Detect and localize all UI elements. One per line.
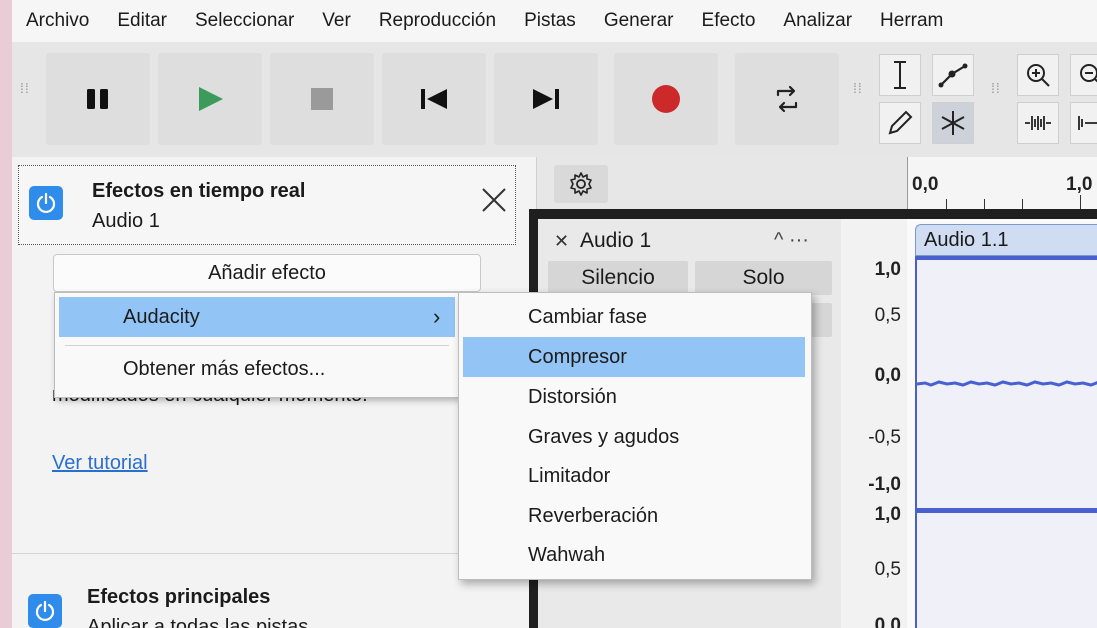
add-effect-menu: Audacity › Obtener más efectos... — [54, 292, 460, 398]
stop-button[interactable] — [270, 53, 374, 145]
realtime-effects-track: Audio 1 — [92, 210, 160, 232]
main-effects-power-button[interactable] — [28, 594, 62, 628]
trim-icon — [1025, 116, 1051, 130]
record-icon — [652, 85, 680, 113]
effect-limitador[interactable]: Limitador — [463, 456, 805, 496]
effect-distorsion[interactable]: Distorsión — [463, 377, 805, 417]
menu-pistas[interactable]: Pistas — [510, 10, 590, 32]
track-menu-button[interactable]: ^ ··· — [774, 229, 809, 252]
scale-label: 0,0 — [874, 615, 901, 628]
menu-bar: Archivo Editar Seleccionar Ver Reproducc… — [12, 0, 1097, 42]
silence-icon — [1078, 116, 1097, 130]
zoom-out-button[interactable] — [1070, 54, 1097, 96]
ruler-label-0: 0,0 — [912, 174, 939, 195]
zoom-out-icon — [1080, 64, 1097, 83]
trim-audio-button[interactable] — [1017, 102, 1059, 144]
effect-graves-y-agudos[interactable]: Graves y agudos — [463, 417, 805, 457]
edit-grip[interactable]: ⁞⁞ — [991, 81, 1001, 95]
menu-analizar[interactable]: Analizar — [769, 10, 866, 32]
draw-tool[interactable] — [879, 102, 921, 144]
stop-icon — [311, 88, 333, 110]
menu-reproduccion[interactable]: Reproducción — [365, 10, 510, 32]
ruler-label-1: 1,0 — [1066, 174, 1093, 195]
silence-audio-button[interactable] — [1070, 102, 1097, 144]
asterisk-icon — [941, 111, 965, 135]
track-name[interactable]: Audio 1 — [580, 229, 651, 253]
toolbar: ⁞⁞ ⁞⁞ ⁞⁞ — [12, 42, 1097, 157]
skip-to-end-icon — [533, 89, 559, 109]
pencil-icon — [888, 110, 913, 135]
envelope-tool[interactable] — [932, 54, 974, 96]
pause-icon — [87, 89, 108, 109]
menu-generar[interactable]: Generar — [590, 10, 688, 32]
realtime-power-button[interactable] — [29, 186, 63, 220]
skip-to-end-button[interactable] — [494, 53, 598, 145]
menu-separator — [65, 345, 449, 346]
waveform — [917, 256, 1097, 513]
audacity-window: Archivo Editar Seleccionar Ver Reproducc… — [12, 0, 1097, 628]
effect-reverberacion[interactable]: Reverberación — [463, 496, 805, 536]
tutorial-link[interactable]: Ver tutorial — [52, 452, 148, 475]
tools-grip[interactable]: ⁞⁞ — [853, 81, 863, 95]
menu-seleccionar[interactable]: Seleccionar — [181, 10, 308, 32]
timeline-settings-button[interactable] — [554, 165, 608, 203]
clip-body[interactable] — [915, 256, 1097, 628]
main-effects-title: Efectos principales — [87, 586, 271, 608]
realtime-effects-card: Efectos en tiempo real Audio 1 — [18, 165, 516, 245]
envelope-icon — [938, 63, 968, 88]
play-icon — [199, 87, 223, 111]
effect-cambiar-fase[interactable]: Cambiar fase — [463, 297, 805, 337]
loop-icon — [776, 85, 798, 113]
effect-compresor[interactable]: Compresor — [463, 337, 805, 377]
scale-label: 0,0 — [874, 365, 901, 386]
loop-button[interactable] — [735, 53, 839, 145]
scale-label: 1,0 — [874, 504, 901, 525]
timeline-ruler[interactable]: 0,0 1,0 — [907, 157, 1097, 209]
skip-to-start-button[interactable] — [382, 53, 486, 145]
menu-ver[interactable]: Ver — [308, 10, 365, 32]
menu-archivo[interactable]: Archivo — [12, 10, 103, 32]
solo-button[interactable]: Solo — [695, 261, 832, 295]
waveform-area[interactable]: Audio 1.1 — [907, 219, 1097, 628]
zoom-in-icon — [1027, 64, 1050, 87]
menu-item-label: Audacity — [123, 305, 200, 328]
timeline-header: 0,0 1,0 — [537, 157, 1097, 209]
menu-item-label: Obtener más efectos... — [123, 357, 326, 380]
audacity-effects-submenu: Cambiar fase Compresor Distorsión Graves… — [458, 292, 812, 580]
menu-item-get-more-effects[interactable]: Obtener más efectos... — [59, 349, 455, 389]
multi-tool[interactable] — [932, 102, 974, 144]
scale-label: 1,0 — [874, 259, 901, 280]
amplitude-scale: 1,0 0,5 0,0 -0,5 -1,0 1,0 0,5 0,0 — [841, 219, 907, 628]
clip-title[interactable]: Audio 1.1 — [915, 224, 1097, 256]
menu-herramientas[interactable]: Herram — [866, 10, 957, 32]
close-panel-icon[interactable] — [480, 186, 508, 222]
toolbar-grip[interactable]: ⁞⁞ — [20, 81, 30, 95]
add-effect-button[interactable]: Añadir efecto — [53, 254, 481, 292]
scale-label: -0,5 — [868, 427, 901, 448]
menu-editar[interactable]: Editar — [103, 10, 181, 32]
play-button[interactable] — [158, 53, 262, 145]
effect-wahwah[interactable]: Wahwah — [463, 535, 805, 575]
scale-label: 0,5 — [874, 559, 901, 580]
power-icon — [35, 600, 55, 622]
scale-label: 0,5 — [874, 305, 901, 326]
skip-to-start-icon — [421, 89, 447, 109]
pause-button[interactable] — [46, 53, 150, 145]
record-button[interactable] — [614, 53, 718, 145]
submenu-arrow-icon: › — [433, 304, 441, 329]
scale-label: -1,0 — [868, 474, 901, 495]
ibeam-icon — [894, 61, 906, 89]
menu-efecto[interactable]: Efecto — [688, 10, 770, 32]
power-icon — [36, 192, 56, 214]
zoom-in-button[interactable] — [1017, 54, 1059, 96]
gear-icon — [570, 172, 592, 196]
selection-tool[interactable] — [879, 54, 921, 96]
close-track-icon[interactable]: ✕ — [554, 231, 569, 252]
realtime-effects-title: Efectos en tiempo real — [92, 180, 306, 202]
mute-button[interactable]: Silencio — [548, 261, 688, 295]
menu-item-audacity[interactable]: Audacity › — [59, 297, 455, 337]
main-effects-subtitle: Aplicar a todas las pistas — [87, 616, 309, 628]
